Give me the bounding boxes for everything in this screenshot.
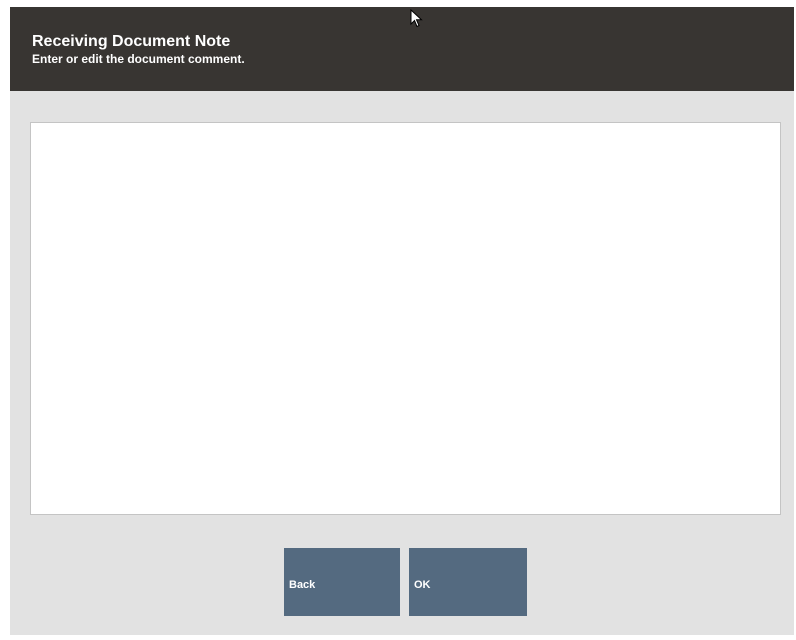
- page-title: Receiving Document Note: [32, 33, 231, 50]
- page-subtitle: Enter or edit the document comment.: [32, 52, 245, 66]
- back-button-label: Back: [289, 579, 316, 591]
- ok-button[interactable]: OK: [409, 548, 527, 616]
- header-bar: Receiving Document Note Enter or edit th…: [10, 7, 794, 91]
- document-comment-textarea[interactable]: [30, 122, 781, 515]
- ok-button-label: OK: [414, 579, 431, 591]
- screen: Receiving Document Note Enter or edit th…: [0, 0, 796, 640]
- receiving-document-note-dialog: Receiving Document Note Enter or edit th…: [10, 7, 794, 635]
- back-button[interactable]: Back: [284, 548, 400, 616]
- mouse-pointer-icon: [410, 9, 423, 28]
